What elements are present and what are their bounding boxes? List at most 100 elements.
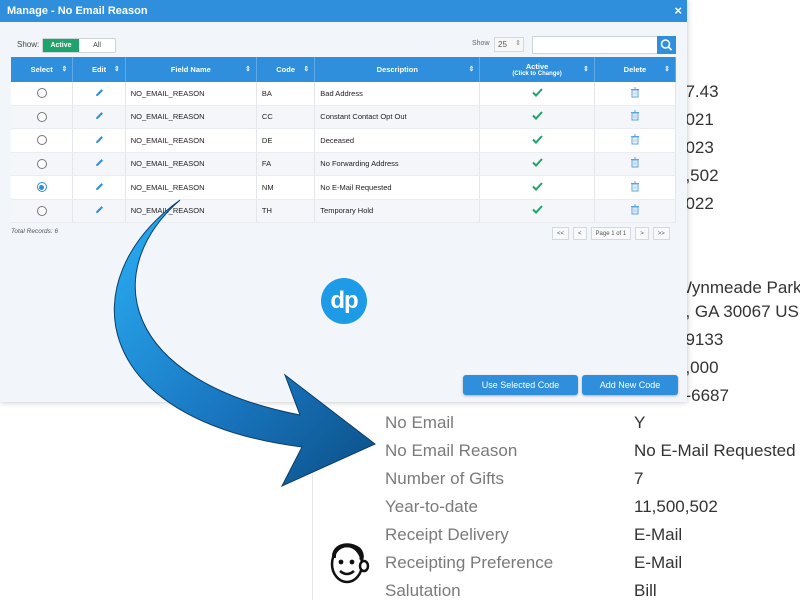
row-active-toggle[interactable] xyxy=(479,105,595,129)
row-edit-button[interactable] xyxy=(72,175,126,200)
row-active-toggle[interactable] xyxy=(479,128,595,153)
check-icon xyxy=(531,158,543,168)
close-icon[interactable]: × xyxy=(674,3,682,18)
sort-icon: ⇕ xyxy=(113,66,120,73)
trash-icon xyxy=(630,181,639,192)
radio-button[interactable] xyxy=(36,205,47,216)
row-edit-button[interactable] xyxy=(72,105,126,129)
radio-button[interactable] xyxy=(36,111,47,122)
dialog-title: Manage - No Email Reason xyxy=(7,5,148,17)
row-active-toggle[interactable] xyxy=(479,199,595,223)
row-delete-button[interactable] xyxy=(594,82,677,106)
pager-first-button[interactable]: << xyxy=(552,227,570,240)
row-field-name: NO_EMAIL_REASON xyxy=(125,199,257,223)
radio-button[interactable] xyxy=(36,182,47,193)
table-row[interactable]: NO_EMAIL_REASON FA No Forwarding Address xyxy=(11,152,677,176)
sort-icon: ⇕ xyxy=(468,66,475,73)
row-edit-button[interactable] xyxy=(72,152,126,176)
sort-icon: ⇕ xyxy=(303,66,310,73)
row-edit-button[interactable] xyxy=(72,199,126,223)
row-edit-button[interactable] xyxy=(72,82,126,106)
partial-value: a, GA 30067 US xyxy=(676,302,799,321)
filter-active-button[interactable]: Active xyxy=(43,39,79,52)
pencil-icon xyxy=(95,88,103,96)
table-row[interactable]: NO_EMAIL_REASON BA Bad Address xyxy=(11,82,677,106)
codes-table: Select ⇕ Edit ⇕ Field Name ⇕ Code ⇕ Descript… xyxy=(11,57,677,223)
table-row[interactable]: NO_EMAIL_REASON TH Temporary Hold xyxy=(11,199,677,223)
row-delete-button[interactable] xyxy=(594,175,677,200)
row-code: FA xyxy=(256,152,316,176)
check-icon xyxy=(531,182,543,191)
use-selected-code-button[interactable]: Use Selected Code xyxy=(463,375,578,395)
col-select[interactable]: Select ⇕ xyxy=(11,57,74,82)
trash-icon xyxy=(630,110,639,121)
row-field-name: NO_EMAIL_REASON xyxy=(125,128,257,153)
pencil-icon xyxy=(95,182,103,190)
table-body: NO_EMAIL_REASON BA Bad Address NO_EMAIL_REA… xyxy=(11,82,677,223)
field-label: No Email Reason xyxy=(385,441,518,460)
row-delete-button[interactable] xyxy=(594,128,677,153)
col-edit[interactable]: Edit ⇕ xyxy=(72,57,126,82)
active-subtitle: (Click to Change) xyxy=(512,71,562,77)
pager-next-button[interactable]: > xyxy=(635,227,649,240)
table-row[interactable]: NO_EMAIL_REASON DE Deceased xyxy=(11,128,677,153)
row-active-toggle[interactable] xyxy=(479,152,595,176)
pencil-icon xyxy=(95,206,103,214)
col-active[interactable]: Active (Click to Change) ⇕ xyxy=(479,57,595,82)
search-input[interactable] xyxy=(532,36,658,54)
active-all-toggle[interactable]: Active All xyxy=(42,38,116,53)
row-select-radio[interactable] xyxy=(11,82,74,106)
row-delete-button[interactable] xyxy=(594,152,677,176)
dialog-titlebar: Manage - No Email Reason × xyxy=(0,0,687,22)
page-size-select[interactable]: 25 ⇕ xyxy=(494,37,524,52)
pager-prev-button[interactable]: < xyxy=(573,227,587,240)
row-field-name: NO_EMAIL_REASON xyxy=(125,175,257,200)
col-delete[interactable]: Delete ⇕ xyxy=(594,57,677,82)
radio-button[interactable] xyxy=(36,158,47,169)
add-new-code-button[interactable]: Add New Code xyxy=(582,375,678,395)
sort-icon: ⇕ xyxy=(583,66,589,73)
partial-value: Wynmeade Park I xyxy=(676,278,800,297)
row-delete-button[interactable] xyxy=(594,105,677,129)
field-label: No Email xyxy=(385,413,454,432)
sort-icon: ⇕ xyxy=(664,66,670,73)
field-value: E-Mail xyxy=(634,525,683,544)
field-value: 11,500,502 xyxy=(634,497,718,516)
col-description[interactable]: Description ⇕ xyxy=(314,57,481,82)
row-select-radio[interactable] xyxy=(11,152,74,176)
col-code[interactable]: Code ⇕ xyxy=(256,57,316,82)
pencil-icon xyxy=(95,112,103,120)
filter-all-button[interactable]: All xyxy=(79,39,115,52)
radio-button[interactable] xyxy=(36,88,47,99)
row-description: Bad Address xyxy=(314,82,481,106)
row-select-radio[interactable] xyxy=(11,175,74,200)
row-description: Deceased xyxy=(314,128,481,153)
row-active-toggle[interactable] xyxy=(479,175,595,200)
radio-button[interactable] xyxy=(36,135,47,146)
row-select-radio[interactable] xyxy=(11,105,74,129)
pager-page-indicator: Page 1 of 1 xyxy=(590,227,632,240)
field-value: E-Mail xyxy=(634,553,683,572)
table-row[interactable]: NO_EMAIL_REASON CC Constant Contact Opt Ou… xyxy=(11,105,677,129)
row-delete-button[interactable] xyxy=(594,199,677,223)
trash-icon xyxy=(630,134,639,145)
row-code: CC xyxy=(256,105,316,129)
row-select-radio[interactable] xyxy=(11,199,74,223)
updown-icon: ⇕ xyxy=(515,40,521,47)
show-filter-label: Show: xyxy=(17,40,40,49)
row-edit-button[interactable] xyxy=(72,128,126,153)
search-button[interactable] xyxy=(657,36,676,54)
manage-dialog: Manage - No Email Reason × Show: Active … xyxy=(0,0,687,402)
pencil-icon xyxy=(95,159,103,167)
row-field-name: NO_EMAIL_REASON xyxy=(125,105,257,129)
table-row[interactable]: NO_EMAIL_REASON NM No E-Mail Requested xyxy=(11,175,677,200)
field-value: Y xyxy=(634,413,646,432)
row-description: Temporary Hold xyxy=(314,199,481,223)
row-active-toggle[interactable] xyxy=(479,82,595,106)
row-select-radio[interactable] xyxy=(11,128,74,153)
sort-icon: ⇕ xyxy=(61,66,68,73)
col-field-name[interactable]: Field Name ⇕ xyxy=(125,57,257,82)
row-description: No Forwarding Address xyxy=(314,152,481,176)
pager-last-button[interactable]: >> xyxy=(652,227,670,240)
row-code: NM xyxy=(256,175,316,200)
